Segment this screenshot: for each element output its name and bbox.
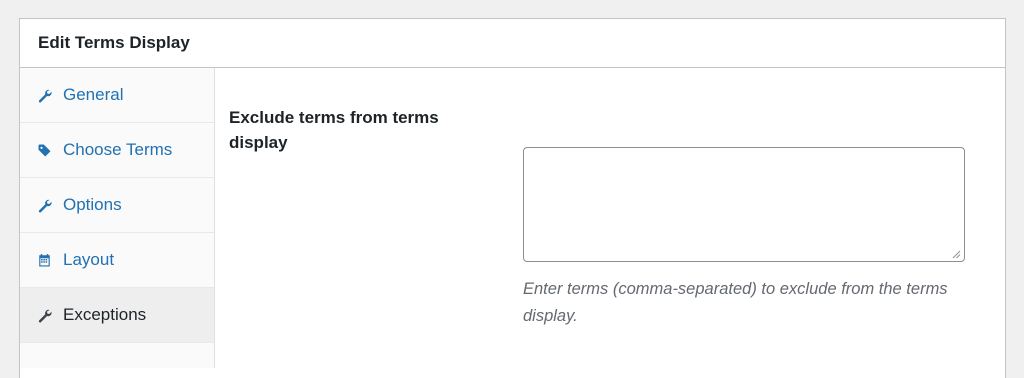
tab-exceptions[interactable]: Exceptions: [20, 288, 214, 343]
panel-body: General Choose Terms Options Layout Exce…: [20, 68, 1005, 368]
tab-exceptions-label: Exceptions: [63, 305, 147, 324]
exclude-terms-description: Enter terms (comma-separated) to exclude…: [523, 280, 948, 325]
tab-layout[interactable]: Layout: [20, 233, 214, 288]
calendar-icon: [36, 252, 52, 268]
tab-options[interactable]: Options: [20, 178, 214, 233]
resize-grip-icon[interactable]: [951, 249, 961, 259]
tab-options-label: Options: [63, 195, 122, 214]
exclude-terms-textarea[interactable]: [523, 147, 965, 262]
wrench-icon: [36, 197, 52, 213]
wrench-icon: [36, 307, 52, 323]
tab-choose-terms-label: Choose Terms: [63, 140, 173, 159]
tab-choose-terms[interactable]: Choose Terms: [20, 123, 214, 178]
edit-terms-display-panel: Edit Terms Display General Choose Terms: [19, 18, 1006, 378]
tab-general[interactable]: General: [20, 68, 214, 123]
exceptions-content: Exclude terms from terms display Enter t…: [215, 68, 1005, 368]
panel-title: Edit Terms Display: [38, 33, 190, 52]
exclude-terms-label: Exclude terms from terms display: [229, 108, 439, 152]
panel-header: Edit Terms Display: [20, 19, 1005, 68]
wrench-icon: [36, 87, 52, 103]
tag-icon: [36, 142, 52, 158]
tab-general-label: General: [63, 85, 124, 104]
tab-layout-label: Layout: [63, 250, 115, 269]
settings-tabs: General Choose Terms Options Layout Exce…: [20, 68, 215, 368]
